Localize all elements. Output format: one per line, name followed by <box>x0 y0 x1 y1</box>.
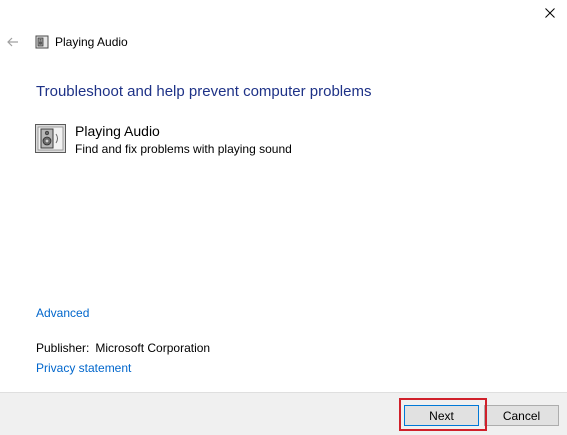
troubleshooter-item-playing-audio[interactable]: Playing Audio Find and fix problems with… <box>35 123 355 157</box>
arrow-left-icon <box>7 37 18 47</box>
close-icon <box>545 8 555 18</box>
item-title: Playing Audio <box>75 123 160 139</box>
back-button[interactable] <box>4 33 22 51</box>
publisher-row: Publisher: Microsoft Corporation <box>36 341 210 355</box>
troubleshooter-window: Playing Audio Troubleshoot and help prev… <box>0 0 567 435</box>
publisher-value: Microsoft Corporation <box>95 341 211 355</box>
privacy-statement-link[interactable]: Privacy statement <box>36 361 131 375</box>
publisher-label: Publisher: <box>36 341 90 355</box>
item-description: Find and fix problems with playing sound <box>75 142 292 156</box>
window-title: Playing Audio <box>55 35 128 49</box>
page-heading: Troubleshoot and help prevent computer p… <box>36 83 372 100</box>
close-button[interactable] <box>533 0 567 26</box>
advanced-link[interactable]: Advanced <box>36 306 89 320</box>
cancel-button[interactable]: Cancel <box>484 405 559 426</box>
next-button[interactable]: Next <box>404 405 479 426</box>
footer-bar: Next Cancel <box>0 392 567 435</box>
speaker-document-icon <box>35 35 49 49</box>
speaker-document-icon <box>35 124 66 153</box>
